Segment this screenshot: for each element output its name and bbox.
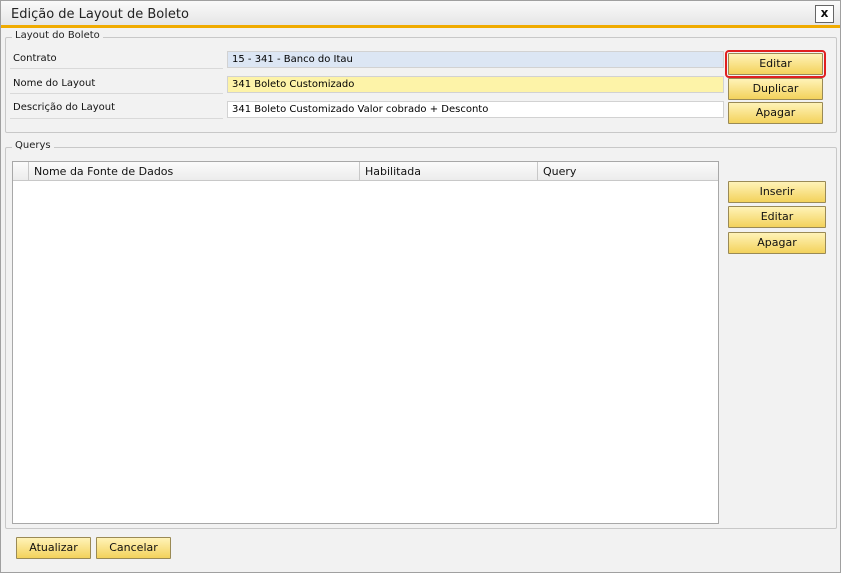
edit-query-button[interactable]: Editar xyxy=(728,206,826,228)
window-title: Edição de Layout de Boleto xyxy=(11,7,189,22)
layout-description-field[interactable]: 341 Boleto Customizado Valor cobrado + D… xyxy=(227,101,724,118)
row-selector-header[interactable] xyxy=(13,162,29,181)
cancel-button[interactable]: Cancelar xyxy=(96,537,171,559)
contract-divider xyxy=(10,68,223,69)
delete-layout-button[interactable]: Apagar xyxy=(728,102,823,124)
delete-query-button[interactable]: Apagar xyxy=(728,232,826,254)
layout-description-label: Descrição do Layout xyxy=(13,102,116,113)
edit-layout-button[interactable]: Editar xyxy=(725,50,826,78)
layout-group-legend: Layout do Boleto xyxy=(12,30,103,41)
column-header-data-source[interactable]: Nome da Fonte de Dados xyxy=(29,162,360,181)
layout-name-label: Nome do Layout xyxy=(13,78,96,89)
layout-description-divider xyxy=(10,118,223,119)
dialog-window: Edição de Layout de Boleto x Layout do B… xyxy=(0,0,841,573)
column-header-enabled[interactable]: Habilitada xyxy=(360,162,538,181)
layout-group: Layout do Boleto Contrato 15 - 341 - Ban… xyxy=(5,30,837,133)
contract-field[interactable]: 15 - 341 - Banco do Itau xyxy=(227,51,724,68)
column-header-query[interactable]: Query xyxy=(538,162,718,181)
grid-header: Nome da Fonte de Dados Habilitada Query xyxy=(13,162,718,181)
contract-label: Contrato xyxy=(13,53,57,64)
duplicate-layout-button[interactable]: Duplicar xyxy=(728,78,823,100)
insert-query-button[interactable]: Inserir xyxy=(728,181,826,203)
querys-group-legend: Querys xyxy=(12,140,54,151)
layout-name-field[interactable]: 341 Boleto Customizado xyxy=(227,76,724,93)
update-button[interactable]: Atualizar xyxy=(16,537,91,559)
title-bar[interactable]: Edição de Layout de Boleto x xyxy=(1,1,840,28)
layout-name-divider xyxy=(10,93,223,94)
querys-grid[interactable]: Nome da Fonte de Dados Habilitada Query xyxy=(12,161,719,524)
close-icon[interactable]: x xyxy=(815,5,834,23)
